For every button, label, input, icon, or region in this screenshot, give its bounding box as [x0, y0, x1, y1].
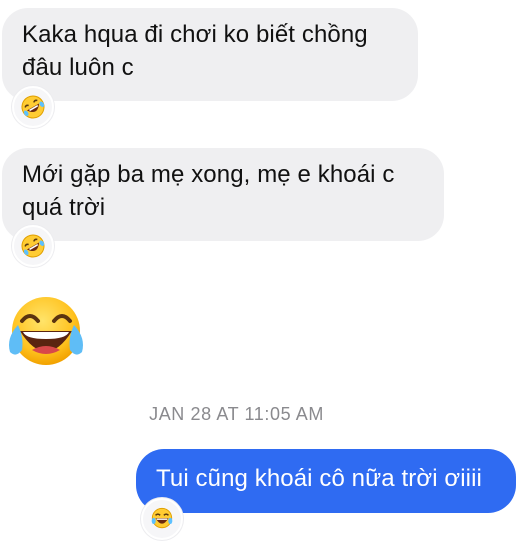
incoming-message-bubble[interactable]: Kaka hqua đi chơi ko biết chồng đâu luôn… [2, 8, 418, 101]
message-reaction[interactable] [12, 86, 54, 128]
face-with-tears-of-joy-icon[interactable] [4, 294, 88, 368]
message-text: Kaka hqua đi chơi ko biết chồng đâu luôn… [22, 21, 368, 81]
message-text: Mới gặp ba mẹ xong, mẹ e khoái c quá trờ… [22, 161, 395, 221]
message-text: Tui cũng khoái cô nữa trời ơiiii [156, 465, 482, 492]
rolling-on-floor-laughing-icon [21, 234, 45, 258]
message-reaction[interactable] [12, 225, 54, 267]
face-with-tears-of-joy-icon [151, 507, 173, 529]
message-reaction[interactable] [141, 498, 183, 540]
rolling-on-floor-laughing-icon [21, 95, 45, 119]
incoming-message-bubble[interactable]: Mới gặp ba mẹ xong, mẹ e khoái c quá trờ… [2, 148, 444, 241]
outgoing-message-bubble[interactable]: Tui cũng khoái cô nữa trời ơiiii [136, 449, 516, 513]
message-timestamp: JAN 28 AT 11:05 AM [149, 404, 324, 424]
